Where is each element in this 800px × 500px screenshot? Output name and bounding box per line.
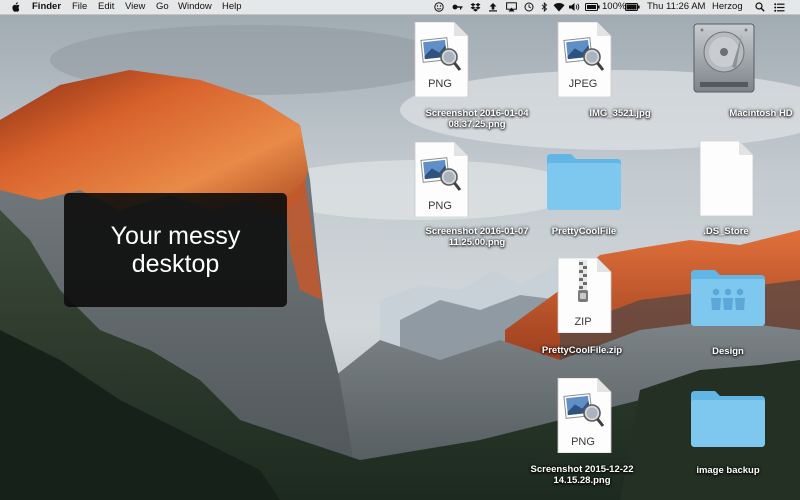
shared-folder-icon: [691, 270, 765, 326]
key-icon[interactable]: [451, 1, 463, 13]
file-type-badge: ZIP: [574, 316, 592, 328]
desktop-item-macintosh-hd[interactable]: Macintosh HD: [692, 22, 793, 119]
desktop-item-img-3521[interactable]: JPEG IMG_3521.jpg: [555, 22, 651, 119]
folder-icon: [691, 391, 765, 447]
desktop-item-design-folder[interactable]: Design: [689, 268, 767, 357]
upload-icon[interactable]: [487, 1, 499, 13]
time-machine-icon[interactable]: [523, 1, 535, 13]
bluetooth-icon[interactable]: [539, 1, 549, 13]
charging-icon: [624, 1, 640, 13]
menu-clock[interactable]: Thu 11:26 AM: [647, 1, 705, 13]
desktop-item-screenshot-2016-01-04[interactable]: PNG Screenshot 2016-01-04 08.37.25.png: [412, 22, 528, 130]
app-menu-finder[interactable]: Finder: [32, 1, 61, 13]
folder-name-label: Design: [712, 346, 744, 357]
desktop-item-image-backup-folder[interactable]: image backup: [689, 389, 767, 476]
blank-file-icon: [699, 141, 754, 216]
file-type-badge: PNG: [571, 436, 595, 448]
menu-view[interactable]: View: [125, 1, 145, 13]
apple-logo-icon[interactable]: [10, 1, 20, 13]
hard-drive-icon: [693, 23, 755, 93]
wifi-icon[interactable]: [552, 1, 566, 13]
battery-percent[interactable]: 100%: [602, 1, 626, 13]
desktop-item-prettycoolfile-zip[interactable]: ZIP PrettyCoolFile.zip: [542, 258, 622, 356]
menu-go[interactable]: Go: [156, 1, 169, 13]
menu-user[interactable]: Herzog: [712, 1, 743, 13]
file-name-label: .DS_Store: [703, 226, 749, 237]
file-type-badge: JPEG: [568, 78, 598, 90]
face-icon[interactable]: [433, 1, 445, 13]
desktop-item-screenshot-2015-12-22[interactable]: PNG Screenshot 2015-12-22 14.15.28.png: [531, 378, 633, 486]
dropbox-icon[interactable]: [469, 1, 481, 13]
desktop-item-prettycoolfile-folder[interactable]: PrettyCoolFile: [545, 152, 623, 237]
file-type-badge: PNG: [428, 200, 452, 212]
battery-icon[interactable]: [584, 1, 600, 13]
desktop-item-screenshot-2016-01-07[interactable]: PNG Screenshot 2016-01-07 11.25.00.png: [412, 142, 528, 248]
menu-window[interactable]: Window: [178, 1, 212, 13]
drive-name-label: Macintosh HD: [729, 108, 793, 119]
folder-icon: [547, 154, 621, 210]
volume-icon[interactable]: [567, 1, 581, 13]
caption-text: Your messy desktop: [110, 222, 241, 278]
file-type-badge: PNG: [428, 78, 452, 90]
airplay-icon[interactable]: [505, 1, 517, 13]
menu-file[interactable]: File: [72, 1, 87, 13]
spotlight-search-icon[interactable]: [754, 1, 766, 13]
folder-name-label: image backup: [696, 465, 760, 476]
menu-edit[interactable]: Edit: [98, 1, 114, 13]
notification-center-icon[interactable]: [773, 1, 785, 13]
menu-bar: Finder File Edit View Go Window Help 100…: [0, 0, 800, 15]
desktop-item-ds-store[interactable]: .DS_Store: [697, 141, 755, 237]
messy-desktop-caption: Your messy desktop: [64, 193, 287, 307]
menu-help[interactable]: Help: [222, 1, 242, 13]
